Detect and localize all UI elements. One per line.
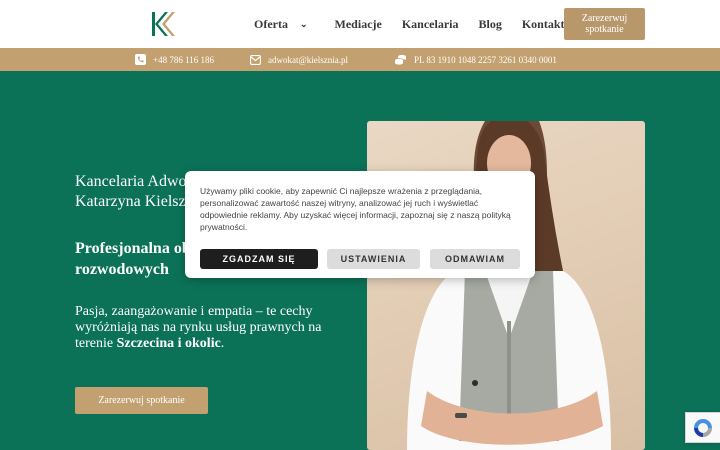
book-meeting-button[interactable]: Zarezerwuj spotkanie (564, 8, 645, 40)
nav-item-label: Mediacje (334, 16, 382, 31)
nav-item-blog[interactable]: Blog (479, 17, 502, 32)
cookie-accept-button[interactable]: ZGADZAM SIĘ (200, 249, 318, 269)
nav-item-label: Oferta (254, 16, 288, 31)
cookie-message-text: Używamy pliki cookie, aby zapewnić Ci na… (200, 186, 483, 220)
hero-description-location: Szczecina i okolic (116, 336, 221, 351)
bank-account: PL 83 1910 1048 2257 3261 0340 0001 (394, 48, 557, 71)
phone-link[interactable]: +48 786 116 186 (135, 48, 214, 71)
hero-description-end: . (220, 336, 225, 351)
cookie-reject-button[interactable]: ODMAWIAM (430, 249, 520, 269)
chevron-down-icon: ⌄ (299, 18, 308, 29)
hero-book-meeting-button[interactable]: Zarezerwuj spotkanie (75, 387, 208, 414)
nav-item-oferta[interactable]: Oferta ⌄ (254, 17, 308, 32)
hero-description: Pasja, zaangażowanie i empatia – te cech… (75, 304, 345, 352)
nav-item-kancelaria[interactable]: Kancelaria (402, 17, 459, 32)
email-address: adwokat@kielsznia.pl (268, 54, 349, 65)
site-header: Oferta ⌄ Mediacje Kancelaria Blog Kontak… (0, 0, 720, 48)
coins-icon (394, 54, 406, 65)
cookie-consent-dialog: Używamy pliki cookie, aby zapewnić Ci na… (185, 171, 535, 278)
recaptcha-badge[interactable] (685, 412, 720, 443)
bank-account-number: PL 83 1910 1048 2257 3261 0340 0001 (414, 54, 557, 65)
recaptcha-icon (694, 418, 712, 437)
nav-item-label: Blog (478, 16, 502, 31)
cookie-settings-button[interactable]: USTAWIENIA (327, 249, 420, 269)
nav-item-label: Kontakt (521, 16, 565, 31)
nav-item-label: Kancelaria (401, 16, 459, 31)
main-nav: Oferta ⌄ Mediacje Kancelaria Blog Kontak… (254, 0, 585, 48)
nav-item-mediacje[interactable]: Mediacje (335, 17, 382, 32)
cookie-message: Używamy pliki cookie, aby zapewnić Ci na… (200, 185, 520, 233)
phone-number: +48 786 116 186 (153, 54, 214, 65)
logo-icon (152, 12, 175, 36)
contact-bar: +48 786 116 186 adwokat@kielsznia.pl PL … (0, 48, 720, 71)
envelope-icon (250, 54, 261, 65)
email-link[interactable]: adwokat@kielsznia.pl (250, 48, 348, 71)
logo[interactable] (150, 9, 180, 39)
phone-icon (135, 54, 146, 65)
cookie-message-end: . (244, 222, 248, 232)
nav-item-kontakt[interactable]: Kontakt (522, 17, 565, 32)
